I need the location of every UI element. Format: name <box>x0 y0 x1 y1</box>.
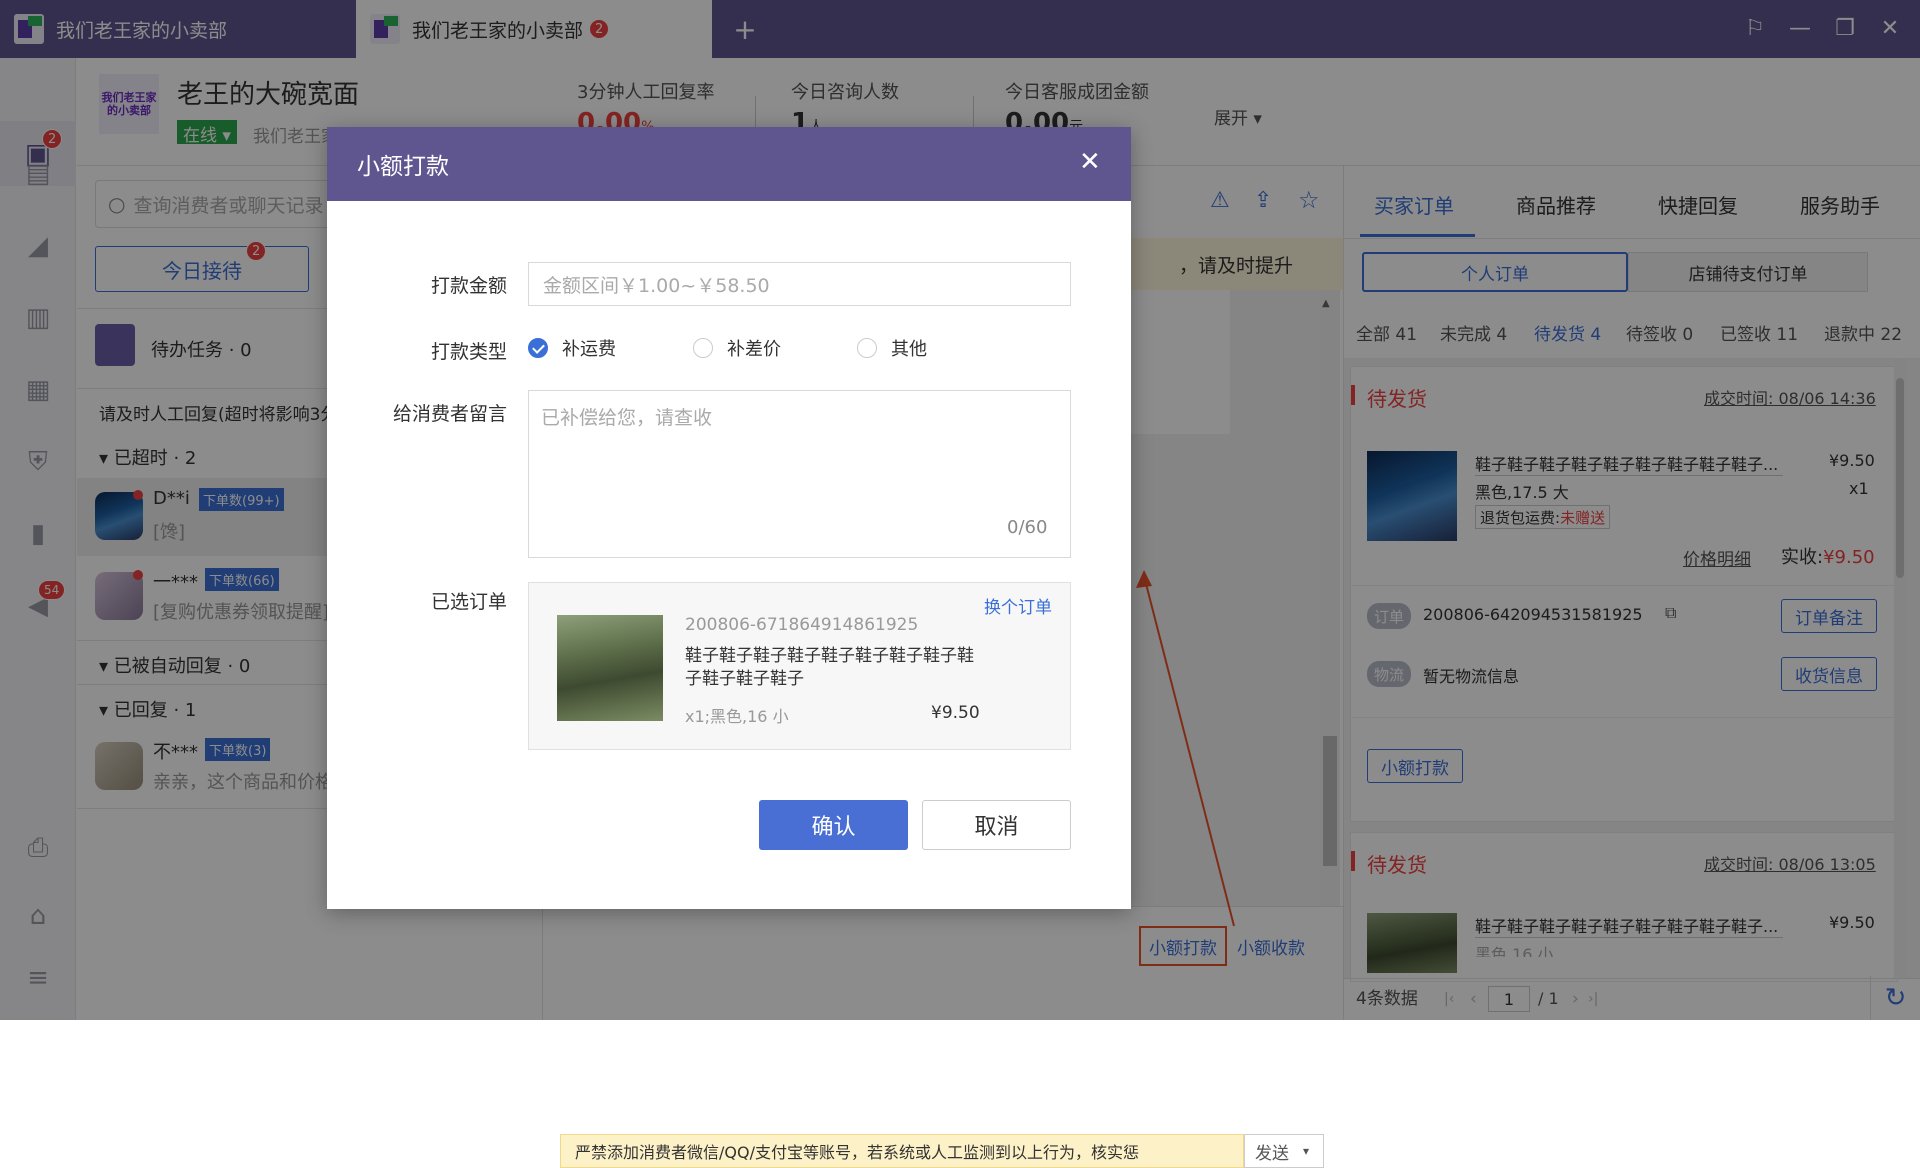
change-order-link[interactable]: 换个订单 <box>984 593 1052 618</box>
policy-warning: 严禁添加消费者微信/QQ/支付宝等账号，若系统或人工监测到以上行为，核实惩 <box>560 1134 1244 1168</box>
message-label: 给消费者留言 <box>392 403 507 425</box>
radio-icon[interactable] <box>857 338 877 358</box>
selected-order-label: 已选订单 <box>430 591 507 613</box>
type-option-label: 补差价 <box>727 339 781 360</box>
amount-label: 打款金额 <box>430 275 507 297</box>
message-counter: 0/60 <box>1007 517 1048 538</box>
type-option-other[interactable]: 其他 <box>857 335 927 361</box>
confirm-button[interactable]: 确认 <box>759 800 908 850</box>
amount-placeholder: 金额区间￥1.00~￥58.50 <box>543 274 770 297</box>
chevron-down-icon[interactable]: ▾ <box>1303 1144 1309 1158</box>
product-title: 鞋子鞋子鞋子鞋子鞋子鞋子鞋子鞋子鞋子鞋子鞋子鞋子 <box>685 646 974 689</box>
product-thumbnail <box>557 615 663 721</box>
product-price: ¥9.50 <box>931 703 980 723</box>
dialog-header: 小额打款 ✕ <box>327 127 1131 201</box>
type-label: 打款类型 <box>430 341 507 363</box>
send-label: 发送 <box>1255 1143 1289 1164</box>
selected-order-card: 换个订单 200806-671864914861925 鞋子鞋子鞋子鞋子鞋子鞋子… <box>528 582 1071 750</box>
send-button[interactable]: 发送 ▾ <box>1244 1134 1324 1168</box>
type-option-price-diff[interactable]: 补差价 <box>693 335 781 361</box>
order-number: 200806-671864914861925 <box>685 615 919 635</box>
dialog-title: 小额打款 <box>357 154 449 180</box>
radio-icon[interactable] <box>693 338 713 358</box>
close-icon[interactable]: ✕ <box>1079 147 1101 177</box>
message-textarea[interactable]: 已补偿给您，请查收 0/60 <box>528 390 1071 558</box>
radio-checked-icon[interactable] <box>528 338 548 358</box>
product-spec: x1;黑色,16 小 <box>685 707 789 726</box>
amount-input[interactable]: 金额区间￥1.00~￥58.50 <box>528 262 1071 306</box>
message-placeholder: 已补偿给您，请查收 <box>541 407 713 429</box>
small-payment-dialog: 小额打款 ✕ 打款金额 金额区间￥1.00~￥58.50 打款类型 补运费 补差… <box>327 127 1131 909</box>
type-option-label: 其他 <box>891 339 927 360</box>
type-option-freight[interactable]: 补运费 <box>528 335 616 361</box>
cancel-button[interactable]: 取消 <box>922 800 1071 850</box>
type-option-label: 补运费 <box>562 339 616 360</box>
